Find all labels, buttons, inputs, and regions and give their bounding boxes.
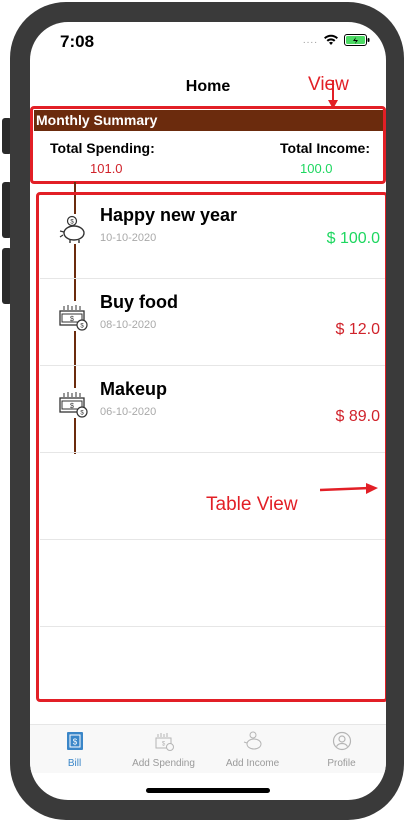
- tab-bill[interactable]: $ Bill: [30, 731, 119, 769]
- tab-bar: $ Bill $ Add Spending Add Income Profile: [30, 724, 386, 773]
- table-view-annotation-box: [36, 192, 386, 702]
- wifi-icon: [324, 34, 338, 45]
- home-indicator[interactable]: [146, 788, 270, 793]
- tab-label: Bill: [67, 758, 82, 769]
- tab-add-income[interactable]: Add Income: [208, 731, 297, 769]
- status-icons: ....: [303, 34, 370, 46]
- tab-label: Profile: [327, 758, 356, 769]
- device-stage: 7:08 .... Home View Monthly Summary Tota…: [0, 0, 407, 824]
- profile-icon: [332, 731, 351, 751]
- status-time: 7:08: [60, 32, 95, 51]
- tab-label: Add Income: [225, 758, 280, 769]
- tab-add-spending[interactable]: $ Add Spending: [119, 731, 208, 769]
- svg-text:$: $: [161, 742, 165, 748]
- tab-profile[interactable]: Profile: [297, 731, 386, 769]
- phone-screen: 7:08 .... Home View Monthly Summary Tota…: [30, 22, 386, 800]
- money-stack-icon: $: [155, 733, 174, 751]
- status-bar: 7:08 ....: [30, 22, 386, 66]
- bill-icon: $: [66, 732, 83, 750]
- view-annotation-box: [30, 106, 386, 184]
- piggy-bank-icon: [243, 731, 261, 750]
- tab-label: Add Spending: [132, 758, 195, 769]
- signal-icon: ....: [302, 34, 318, 46]
- battery-icon: [344, 34, 370, 46]
- svg-text:$: $: [72, 738, 77, 747]
